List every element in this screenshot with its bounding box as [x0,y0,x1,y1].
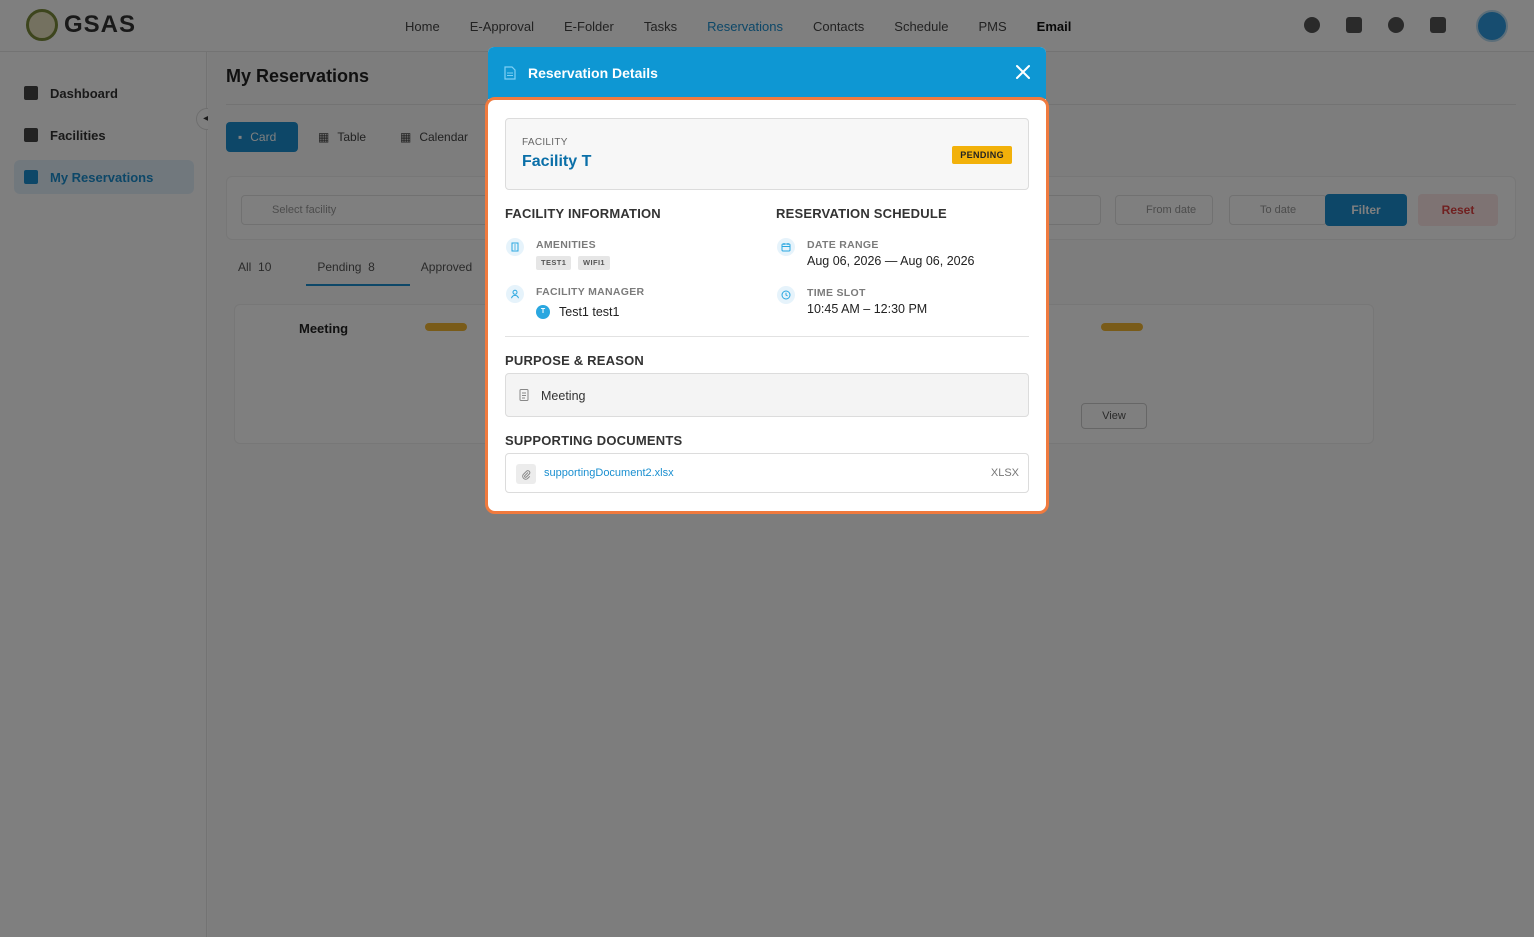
document-icon [504,66,516,80]
date-range-label: DATE RANGE [807,239,879,251]
amenities-label: AMENITIES [536,239,596,251]
amenity-tag: TEST1 [536,256,572,270]
building-icon [506,238,524,256]
paperclip-icon [516,464,536,484]
notes-icon [519,389,529,401]
clock-icon [777,286,795,304]
manager-avatar: T [536,305,550,319]
facility-label: FACILITY [522,137,568,148]
date-range-value: Aug 06, 2026 — Aug 06, 2026 [807,254,975,268]
modal-title: Reservation Details [528,65,658,81]
calendar-icon [777,238,795,256]
reservation-details-modal: Reservation Details FACILITY Facility T … [485,47,1049,514]
document-row[interactable]: supportingDocument2.xlsx XLSX [505,453,1029,493]
facility-summary-card: FACILITY Facility T PENDING [505,118,1029,190]
document-link[interactable]: supportingDocument2.xlsx [544,467,674,479]
supporting-documents-heading: SUPPORTING DOCUMENTS [505,433,683,448]
divider [505,336,1029,337]
close-icon[interactable] [1014,63,1032,81]
time-slot-label: TIME SLOT [807,287,866,299]
time-slot-value: 10:45 AM – 12:30 PM [807,302,928,316]
facility-manager-label: FACILITY MANAGER [536,286,645,298]
user-icon [506,285,524,303]
manager-name: Test1 test1 [559,305,620,319]
purpose-box: Meeting [505,373,1029,417]
purpose-text: Meeting [541,389,586,403]
facility-information-heading: FACILITY INFORMATION [505,206,661,221]
modal-header: Reservation Details [488,47,1046,99]
document-extension: XLSX [990,467,1019,479]
purpose-heading: PURPOSE & REASON [505,353,645,368]
facility-name: Facility T [522,153,592,170]
amenity-tag: WIFI1 [578,256,610,270]
reservation-schedule-heading: RESERVATION SCHEDULE [776,206,947,221]
status-badge: PENDING [952,146,1012,164]
